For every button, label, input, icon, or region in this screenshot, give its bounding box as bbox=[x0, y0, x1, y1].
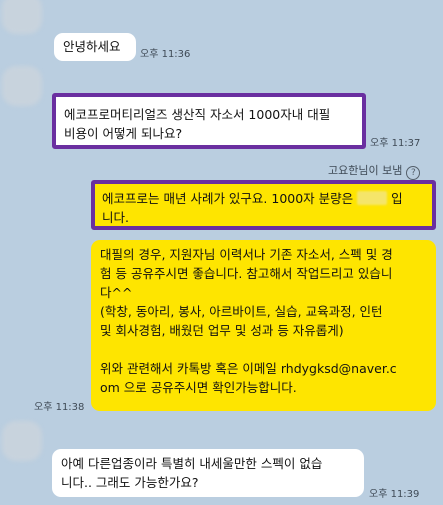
chat-bubble-outgoing: 대필의 경우, 지원자님 이력서나 기존 자소서, 스펙 및 경 험 등 공유주… bbox=[91, 240, 436, 411]
timestamp: 오후 11:39 bbox=[369, 489, 420, 500]
message-line: 비용이 어떻게 되나요? bbox=[64, 126, 183, 141]
message-line: om 으로 공유주시면 확인가능합니다. bbox=[100, 380, 297, 395]
message-line: 니다. bbox=[102, 210, 129, 225]
message-line bbox=[100, 340, 427, 359]
avatar[interactable] bbox=[2, 66, 42, 106]
message-line: 다^^ bbox=[100, 285, 133, 300]
chat-bubble-outgoing-highlighted: 에코프로는 매년 사례가 있구요. 1000자 분량은 입 니다. bbox=[91, 180, 436, 230]
message-line: 및 회사경험, 배웠던 업무 및 성과 등 자유롭게) bbox=[100, 323, 344, 338]
message-line: 위와 관련해서 카톡방 혹은 이메일 rhdygksd@naver.c bbox=[100, 361, 397, 376]
info-icon[interactable]: ? bbox=[406, 166, 421, 180]
message-text: 안녕하세요 bbox=[63, 39, 121, 54]
chat-bubble-incoming: 아예 다른업종이라 특별히 내세울만한 스펙이 없습 니다.. 그래도 가능한가… bbox=[52, 449, 364, 497]
timestamp: 오후 11:36 bbox=[140, 49, 191, 60]
message-line: 아예 다른업종이라 특별히 내세울만한 스펙이 없습 bbox=[61, 456, 323, 471]
timestamp: 오후 11:38 bbox=[34, 402, 85, 413]
message-line: 니다.. 그래도 가능한가요? bbox=[61, 475, 199, 490]
redacted-price bbox=[357, 191, 388, 205]
message-line: 에코프로머티리얼즈 생산직 자소서 1000자내 대필 bbox=[64, 107, 331, 122]
chat-bubble-incoming-highlighted: 에코프로머티리얼즈 생산직 자소서 1000자내 대필 비용이 어떻게 되나요? bbox=[52, 93, 366, 149]
timestamp: 오후 11:37 bbox=[370, 138, 421, 149]
message-text: 입 bbox=[387, 191, 403, 206]
chat-bubble-incoming: 안녕하세요 bbox=[54, 33, 136, 61]
avatar[interactable] bbox=[2, 0, 42, 34]
message-text: 에코프로는 매년 사례가 있구요. 1000자 분량은 bbox=[102, 191, 358, 206]
message-line: (학창, 동아리, 봉사, 아르바이트, 실습, 교육과정, 인턴 bbox=[100, 304, 383, 319]
message-line: 대필의 경우, 지원자님 이력서나 기존 자소서, 스펙 및 경 bbox=[100, 247, 393, 262]
message-line: 험 등 공유주시면 좋습니다. 참고해서 작업드리고 있습니 bbox=[100, 266, 393, 281]
avatar[interactable] bbox=[2, 421, 42, 461]
sender-note: 고요한님이 보냄? bbox=[328, 162, 421, 180]
